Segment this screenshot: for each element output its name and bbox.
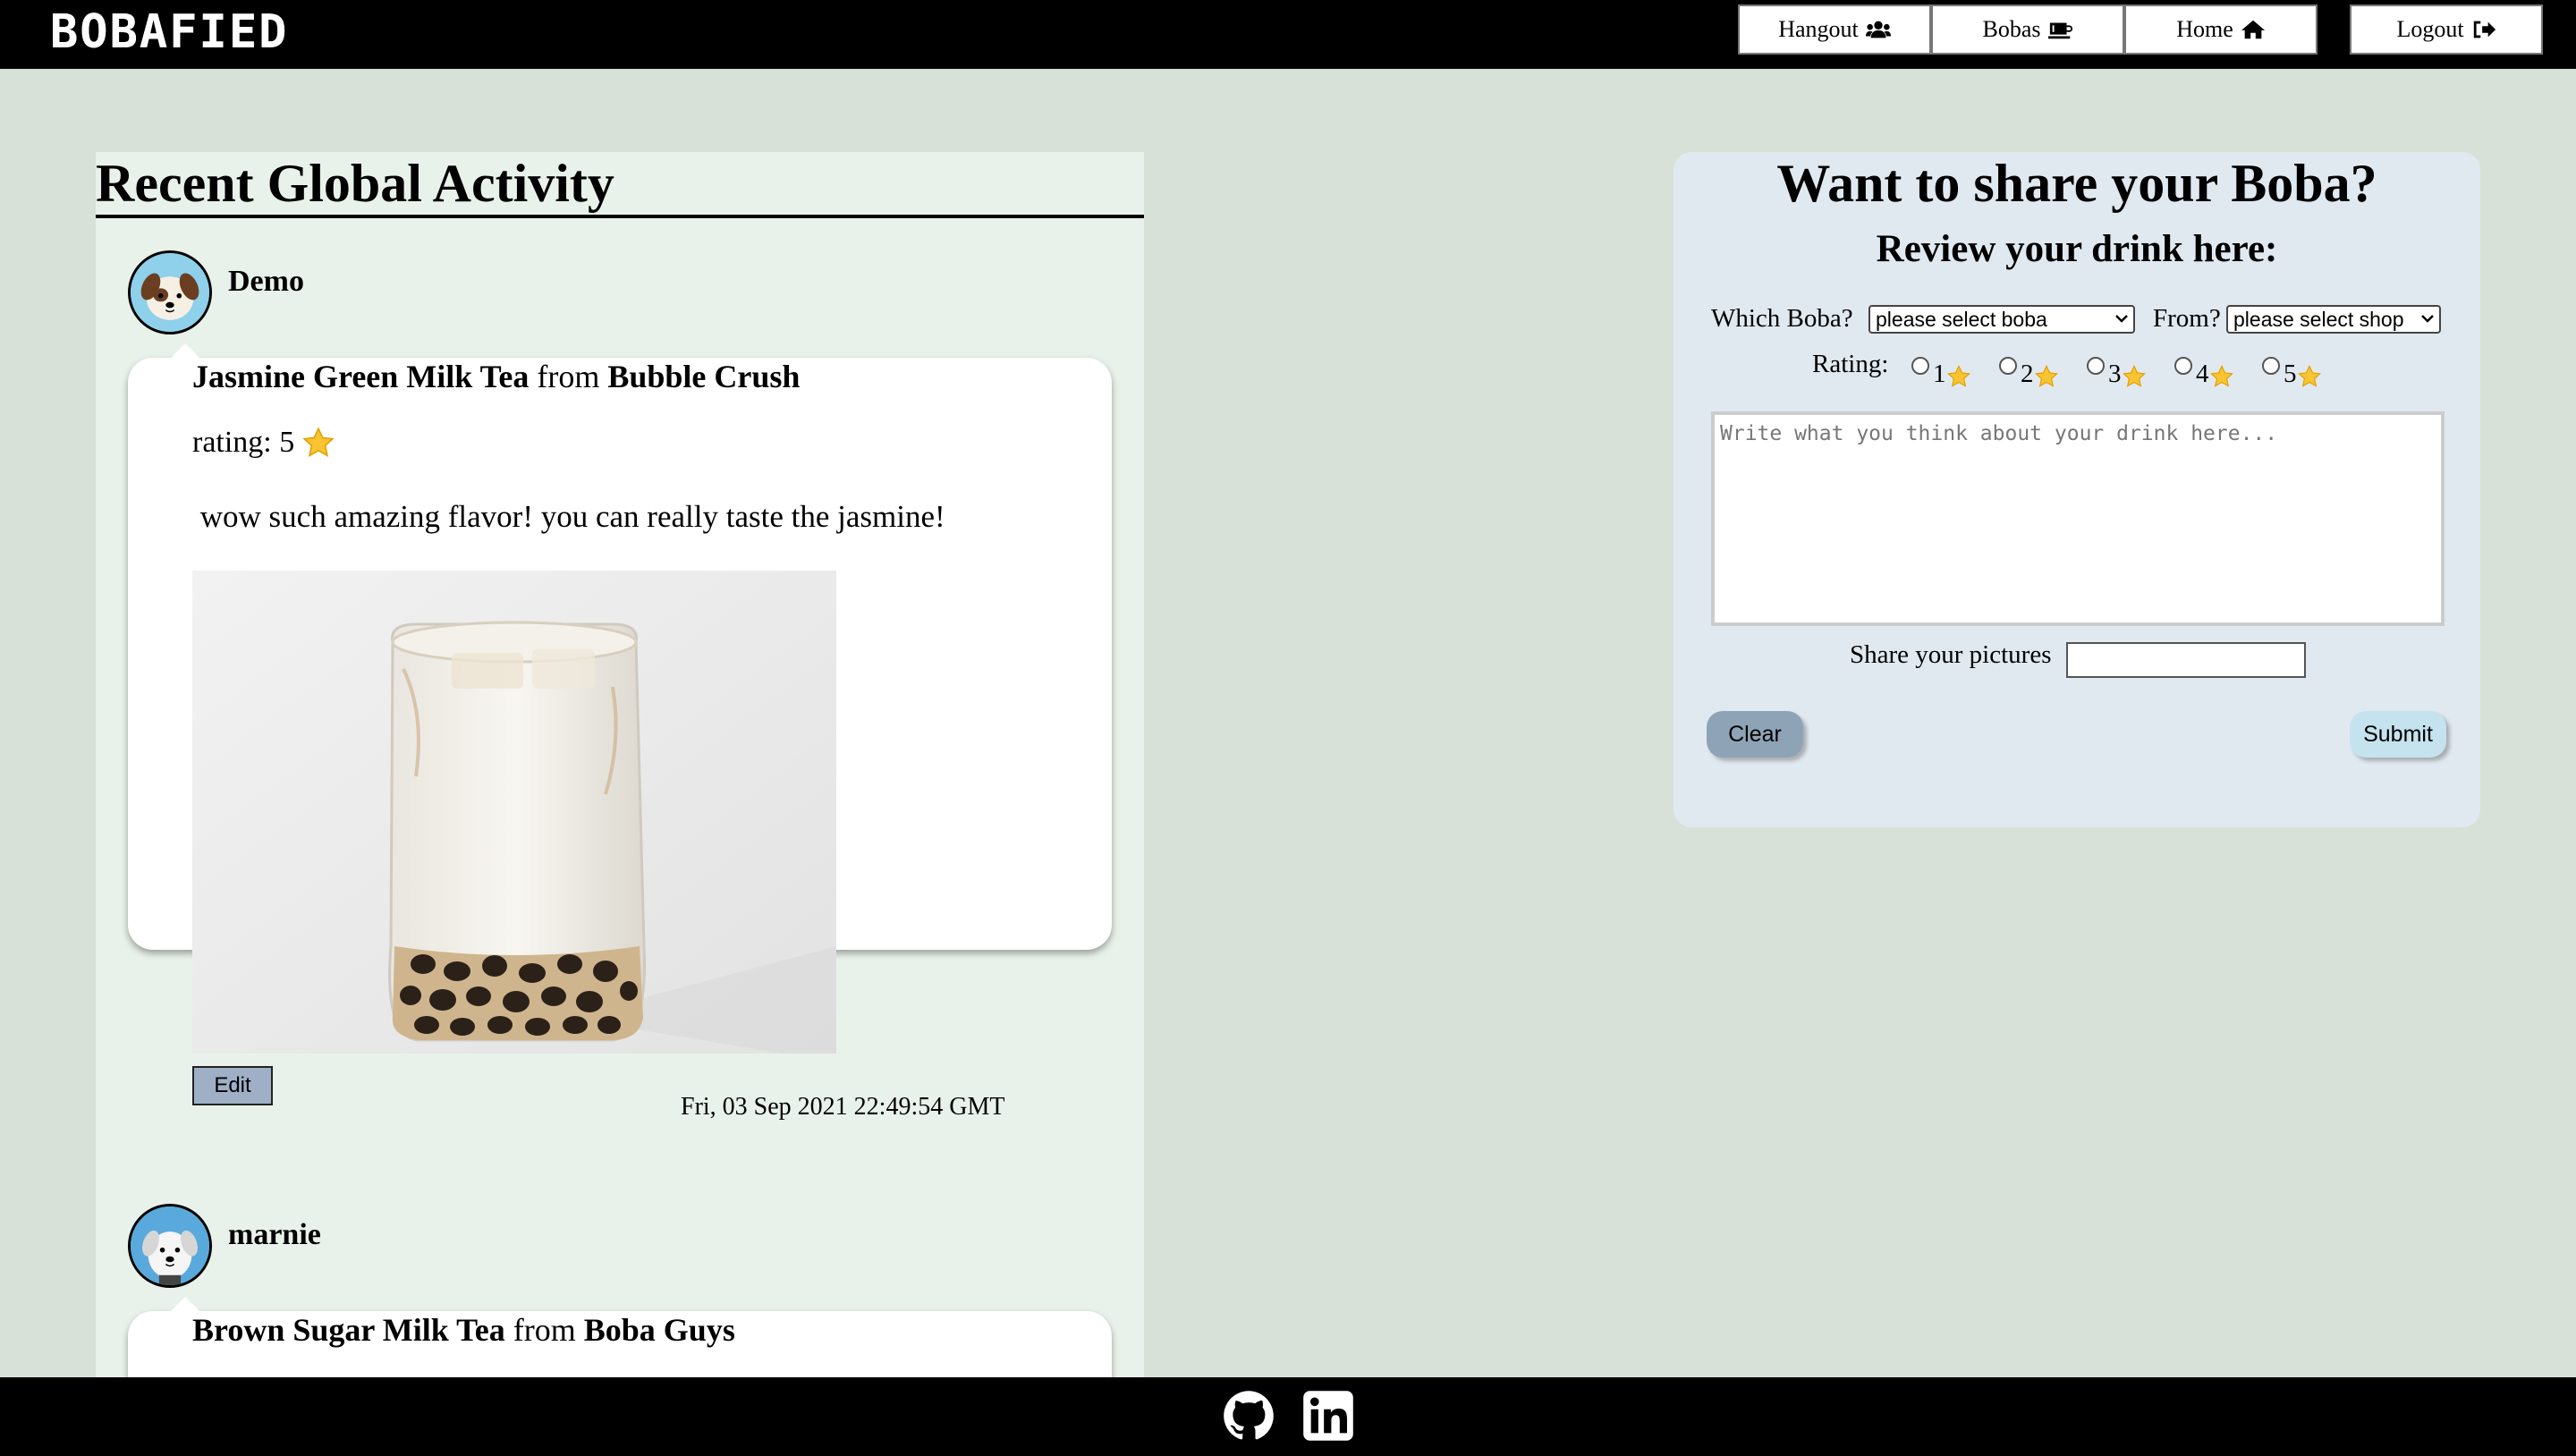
rating-radio[interactable] — [1911, 357, 1929, 375]
rating-option-3[interactable]: 3 — [2087, 355, 2147, 389]
rating-option-4[interactable]: 4 — [2174, 355, 2234, 389]
coffee-icon — [2047, 22, 2072, 39]
form-title: Want to share your Boba? — [1776, 154, 2377, 213]
post-timestamp: Fri, 03 Sep 2021 22:49:54 GMT — [681, 1093, 1005, 1121]
star-icon — [1946, 364, 1970, 387]
nav-hangout-label: Hangout — [1778, 16, 1859, 42]
post-user-header: marnie — [128, 1204, 321, 1288]
rating-option-label: 2 — [2021, 360, 2034, 388]
review-textarea-placeholder: Write what you think about your drink he… — [1720, 422, 2278, 445]
github-icon[interactable] — [1223, 1390, 1275, 1442]
avatar[interactable] — [128, 250, 212, 334]
nav-hangout-button[interactable]: Hangout — [1738, 4, 1931, 55]
pictures-input[interactable] — [2066, 642, 2306, 678]
post-drink-name: Brown Sugar Milk Tea — [192, 1312, 505, 1348]
star-icon — [302, 427, 335, 457]
rating-option-label: 3 — [2108, 360, 2122, 388]
review-textarea[interactable]: Write what you think about your drink he… — [1711, 411, 2445, 626]
post-rating-text: rating: 5 — [192, 426, 295, 459]
post-user-header: Demo — [128, 250, 304, 334]
star-icon — [2297, 364, 2321, 387]
nav-logout-button[interactable]: Logout — [2350, 4, 2543, 55]
rating-option-2[interactable]: 2 — [1999, 355, 2059, 389]
post-card: Brown Sugar Milk Tea from Boba Guys — [128, 1297, 1112, 1377]
feed-title: Recent Global Activity — [96, 154, 1144, 218]
rating-option-label: 4 — [2196, 360, 2209, 388]
post-drink-line: Jasmine Green Milk Tea from Bubble Crush — [192, 358, 800, 395]
boba-select-label: Which Boba? — [1711, 304, 1853, 333]
form-subtitle: Review your drink here: — [1876, 228, 2278, 270]
boba-select[interactable]: please select boba — [1868, 305, 2135, 334]
rating-label: Rating: — [1812, 350, 1889, 378]
post-rating: rating: 5 — [192, 426, 335, 460]
post-from-word: from — [513, 1312, 576, 1348]
rating-option-label: 1 — [1933, 360, 1946, 388]
footer — [0, 1377, 2576, 1456]
avatar[interactable] — [128, 1204, 212, 1288]
post-card: Jasmine Green Milk Tea from Bubble Crush… — [128, 343, 1112, 1121]
shop-select-label: From? — [2153, 304, 2221, 333]
drink-photo[interactable] — [192, 571, 836, 1054]
clear-button[interactable]: Clear — [1707, 711, 1803, 758]
rating-option-1[interactable]: 1 — [1911, 355, 1971, 389]
post-review-text: wow such amazing flavor! you can really … — [192, 499, 945, 534]
shop-select[interactable]: please select shop — [2226, 305, 2441, 334]
star-icon — [2209, 364, 2233, 387]
post-username[interactable]: marnie — [228, 1218, 321, 1252]
rating-radio[interactable] — [1999, 357, 2017, 375]
chevron-down-icon — [2115, 315, 2128, 323]
review-form-panel: Want to share your Boba? Review your dri… — [1674, 152, 2480, 827]
rating-radio[interactable] — [2174, 357, 2192, 375]
post-drink-line: Brown Sugar Milk Tea from Boba Guys — [192, 1311, 735, 1349]
post-username[interactable]: Demo — [228, 265, 304, 299]
nav-home-button[interactable]: Home — [2124, 4, 2318, 55]
rating-option-5[interactable]: 5 — [2262, 355, 2322, 389]
post-shop-name: Boba Guys — [583, 1312, 735, 1348]
pictures-label: Share your pictures — [1850, 640, 2052, 669]
edit-post-button[interactable]: Edit — [192, 1066, 273, 1105]
nav-logout-label: Logout — [2396, 16, 2464, 42]
star-icon — [2122, 364, 2146, 387]
post-from-word: from — [537, 359, 600, 394]
post-shop-name: Bubble Crush — [607, 359, 801, 394]
nav-bobas-button[interactable]: Bobas — [1931, 4, 2124, 55]
chevron-down-icon — [2421, 315, 2434, 323]
recent-activity-feed: Recent Global Activity Demo Jasmine Gree… — [96, 152, 1144, 1377]
users-icon — [1865, 21, 1891, 38]
submit-button[interactable]: Submit — [2350, 711, 2446, 758]
rating-radio[interactable] — [2087, 357, 2105, 375]
nav-bobas-label: Bobas — [1982, 16, 2041, 42]
boba-select-value: please select boba — [1876, 307, 2047, 331]
shop-select-value: please select shop — [2233, 307, 2404, 331]
linkedin-icon[interactable] — [1302, 1390, 1354, 1442]
post-drink-name: Jasmine Green Milk Tea — [192, 359, 530, 394]
rating-option-label: 5 — [2284, 360, 2297, 388]
rating-radio[interactable] — [2262, 357, 2280, 375]
home-icon — [2241, 20, 2265, 39]
brand-logo[interactable]: BOBAFIED — [50, 7, 288, 57]
navbar: BOBAFIED Hangout Bobas Home Logout — [0, 0, 2576, 69]
nav-home-label: Home — [2176, 16, 2233, 42]
star-icon — [2034, 364, 2058, 387]
sign-out-icon — [2473, 21, 2496, 38]
